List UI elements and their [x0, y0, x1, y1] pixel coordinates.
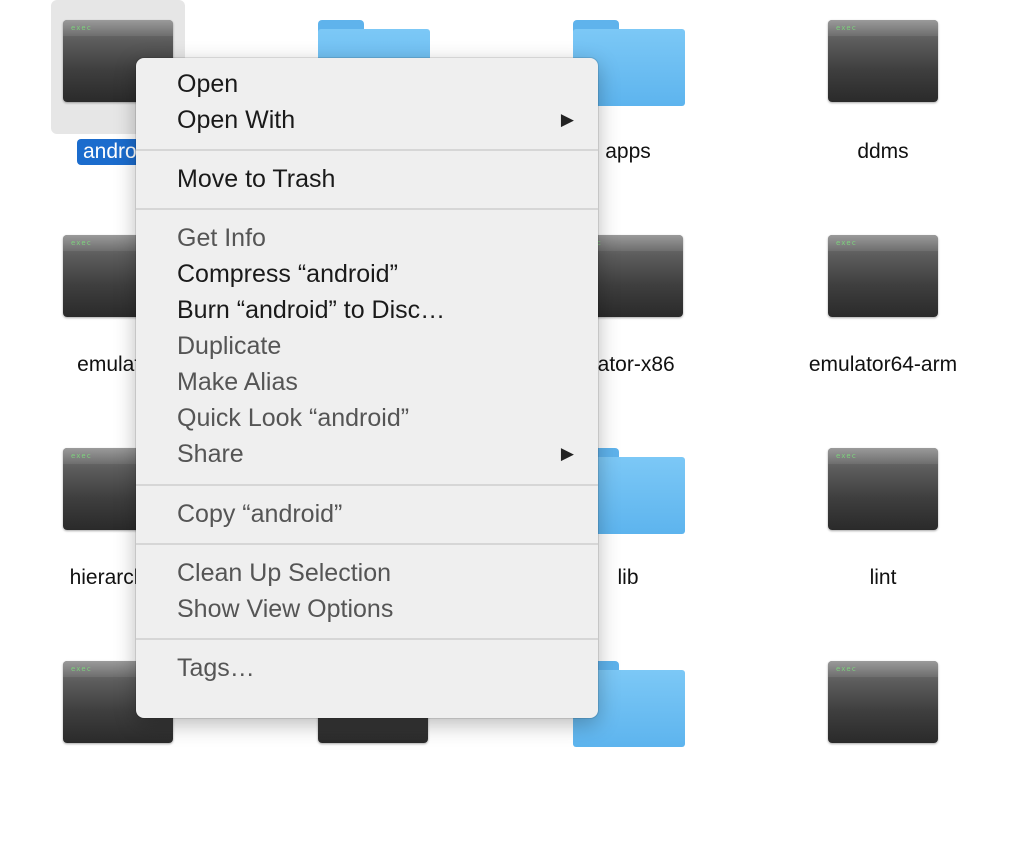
- menu-item-label: Quick Look “android”: [177, 404, 410, 432]
- menu-item-label: Copy “android”: [177, 500, 343, 528]
- exec-file-icon: exec: [828, 661, 938, 743]
- menu-item-copy[interactable]: Copy “android”: [136, 496, 598, 532]
- menu-item-show-view-options[interactable]: Show View Options: [136, 591, 598, 627]
- menu-separator: [136, 543, 598, 545]
- exec-file-icon: exec: [828, 448, 938, 530]
- menu-item-get-info[interactable]: Get Info: [136, 220, 598, 256]
- menu-item-label: Duplicate: [177, 332, 282, 360]
- menu-separator: [136, 208, 598, 210]
- submenu-arrow-icon: ▶: [560, 110, 574, 129]
- menu-item-label: Compress “android”: [177, 260, 398, 288]
- menu-separator: [136, 149, 598, 151]
- menu-item-label: Share: [177, 440, 244, 468]
- menu-item-label: Show View Options: [177, 595, 394, 623]
- menu-item-make-alias[interactable]: Make Alias: [136, 364, 598, 400]
- exec-badge: exec: [836, 24, 857, 32]
- exec-badge: exec: [836, 452, 857, 460]
- file-label: emulator64-arm: [808, 353, 958, 376]
- exec-file-icon: exec: [828, 20, 938, 102]
- menu-item-compress[interactable]: Compress “android”: [136, 256, 598, 292]
- menu-separator: [136, 638, 598, 640]
- menu-item-label: Burn “android” to Disc…: [177, 296, 446, 324]
- menu-item-label: Open: [177, 70, 239, 98]
- context-menu: Open Open With ▶ Move to Trash Get Info …: [136, 58, 598, 718]
- file-item-ddms[interactable]: exec ddms: [783, 0, 983, 210]
- exec-badge: exec: [836, 239, 857, 247]
- file-label: lint: [869, 566, 897, 589]
- menu-item-open[interactable]: Open: [136, 66, 598, 102]
- exec-file-icon: exec: [828, 235, 938, 317]
- file-item-emulator64-arm[interactable]: exec emulator64-arm: [783, 213, 983, 423]
- menu-item-open-with[interactable]: Open With ▶: [136, 102, 598, 138]
- menu-item-label: Move to Trash: [177, 165, 336, 193]
- exec-badge: exec: [71, 239, 92, 247]
- menu-item-quick-look[interactable]: Quick Look “android”: [136, 400, 598, 436]
- menu-item-share[interactable]: Share ▶: [136, 436, 598, 472]
- menu-item-label: Tags…: [177, 654, 255, 682]
- submenu-arrow-icon: ▶: [560, 444, 574, 463]
- menu-item-move-to-trash[interactable]: Move to Trash: [136, 161, 598, 197]
- file-label: lib: [617, 566, 639, 589]
- menu-item-duplicate[interactable]: Duplicate: [136, 328, 598, 364]
- menu-item-label: Get Info: [177, 224, 266, 252]
- menu-item-burn-to-disc[interactable]: Burn “android” to Disc…: [136, 292, 598, 328]
- file-label: apps: [605, 140, 651, 163]
- exec-badge: exec: [71, 452, 92, 460]
- exec-badge: exec: [71, 665, 92, 673]
- menu-item-clean-up-selection[interactable]: Clean Up Selection: [136, 555, 598, 591]
- file-label: ddms: [857, 140, 909, 163]
- file-item-lint[interactable]: exec lint: [783, 426, 983, 636]
- file-item[interactable]: exec: [783, 639, 983, 849]
- menu-item-tags[interactable]: Tags…: [136, 650, 598, 686]
- menu-item-label: Make Alias: [177, 368, 298, 396]
- exec-badge: exec: [71, 24, 92, 32]
- menu-separator: [136, 484, 598, 486]
- exec-badge: exec: [836, 665, 857, 673]
- menu-item-label: Clean Up Selection: [177, 559, 392, 587]
- menu-item-label: Open With: [177, 106, 296, 134]
